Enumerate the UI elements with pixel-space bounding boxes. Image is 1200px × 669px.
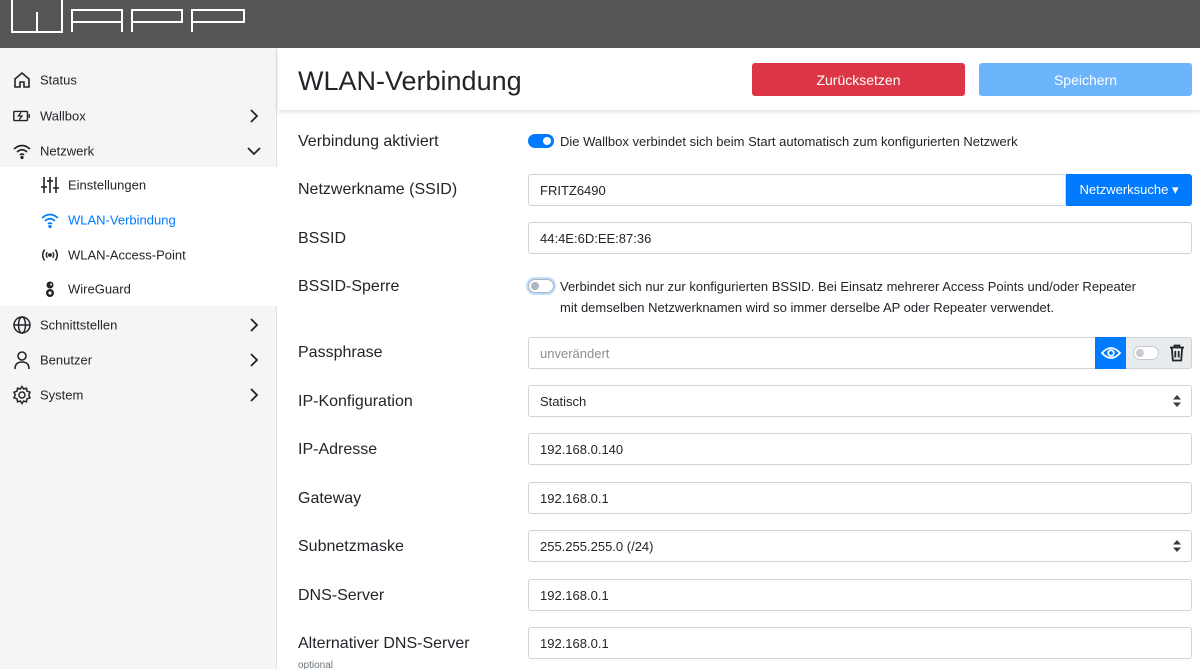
sidebar-item-label: Wallbox [40, 108, 86, 123]
access-point-icon [40, 245, 60, 265]
network-search-button[interactable]: Netzwerksuche ▾ [1066, 174, 1192, 206]
sidebar-item-label: Status [40, 72, 77, 87]
save-button[interactable]: Speichern [979, 63, 1192, 96]
sidebar-item-wlan-access-point[interactable]: WLAN-Access-Point [0, 237, 277, 272]
sidebar-item-netzwerk[interactable]: Netzwerk [0, 133, 277, 168]
passphrase-label: Passphrase [298, 344, 383, 361]
page-title: WLAN-Verbindung [298, 66, 522, 96]
sidebar-item-benutzer[interactable]: Benutzer [0, 342, 277, 377]
main-content: WLAN-Verbindung Zurücksetzen Speichern V… [278, 48, 1200, 669]
enabled-label: Verbindung aktiviert [298, 133, 439, 150]
dns2-optional-hint: optional [298, 660, 334, 669]
dns2-input[interactable]: 192.168.0.1 [528, 627, 1192, 659]
passphrase-clear-group [1126, 337, 1192, 369]
sidebar-item-wlan-verbindung[interactable]: WLAN-Verbindung [0, 202, 277, 237]
dns-input[interactable]: 192.168.0.1 [528, 579, 1192, 611]
show-password-button[interactable] [1095, 337, 1126, 369]
sliders-icon [40, 175, 60, 195]
sidebar-item-label: System [40, 387, 84, 402]
wireguard-icon [40, 279, 60, 299]
reset-button[interactable]: Zurücksetzen [752, 63, 965, 96]
bssid-label: BSSID [298, 230, 347, 247]
trash-icon[interactable] [1169, 344, 1185, 362]
ip-address-input[interactable]: 192.168.0.140 [528, 433, 1192, 465]
enabled-description: Die Wallbox verbindet sich beim Start au… [560, 134, 1018, 149]
chevron-right-icon [250, 352, 259, 367]
gear-icon [12, 384, 32, 405]
sidebar-item-system[interactable]: System [0, 377, 277, 412]
chevron-down-icon [247, 146, 261, 155]
ssid-input[interactable]: FRITZ6490 [528, 174, 1066, 206]
sidebar-item-label: WLAN-Verbindung [68, 212, 176, 227]
warp-logo [11, 0, 245, 33]
user-icon [12, 350, 32, 370]
chevron-right-icon [250, 317, 259, 332]
bssid-lock-description: Verbindet sich nur zur konfigurierten BS… [560, 276, 1180, 318]
gateway-input[interactable]: 192.168.0.1 [528, 482, 1192, 514]
globe-icon [12, 315, 32, 335]
sidebar-item-schnittstellen[interactable]: Schnittstellen [0, 307, 277, 342]
sidebar-item-wallbox[interactable]: Wallbox [0, 98, 277, 133]
enabled-toggle[interactable] [528, 134, 554, 148]
sidebar-item-label: WireGuard [68, 281, 131, 296]
sidebar-item-label: Netzwerk [40, 143, 95, 158]
ip-address-label: IP-Adresse [298, 441, 378, 458]
sidebar-item-label: Schnittstellen [40, 317, 118, 332]
subnet-select[interactable]: 255.255.255.0 (/24) [528, 530, 1192, 562]
eye-icon [1100, 347, 1121, 359]
ip-config-value: Statisch [540, 393, 587, 409]
page-header: WLAN-Verbindung Zurücksetzen Speichern [278, 48, 1200, 110]
dns-label: DNS-Server [298, 587, 385, 604]
ssid-label: Netzwerkname (SSID) [298, 181, 458, 198]
bssid-input[interactable]: 44:4E:6D:EE:87:36 [528, 222, 1192, 254]
dns2-label: Alternativer DNS-Server [298, 635, 470, 652]
charger-icon [12, 106, 32, 126]
wifi-icon [12, 141, 32, 161]
select-arrows-icon [1173, 540, 1181, 552]
home-icon [12, 70, 32, 90]
sidebar-item-label: Benutzer [40, 352, 93, 367]
subnet-value: 255.255.255.0 (/24) [540, 538, 654, 554]
sidebar-item-einstellungen[interactable]: Einstellungen [0, 167, 277, 202]
passphrase-input[interactable]: unverändert [528, 337, 1096, 369]
select-arrows-icon [1173, 395, 1181, 407]
ip-config-label: IP-Konfiguration [298, 393, 413, 410]
bssid-lock-label: BSSID-Sperre [298, 278, 400, 295]
bssid-lock-toggle[interactable] [528, 279, 554, 293]
subnet-label: Subnetzmaske [298, 538, 404, 555]
gateway-label: Gateway [298, 490, 362, 507]
sidebar-item-label: Einstellungen [68, 177, 147, 192]
chevron-right-icon [250, 387, 259, 402]
bssid-lock-description-line2: mit demselben Netzwerknamen wird so imme… [560, 300, 1054, 315]
bssid-lock-description-line1: Verbindet sich nur zur konfigurierten BS… [560, 279, 1136, 294]
clear-passphrase-toggle[interactable] [1132, 346, 1159, 360]
sidebar-item-label: WLAN-Access-Point [68, 247, 186, 262]
sidebar: Status Wallbox Netzwerk Einstellungen WL… [0, 48, 277, 669]
sidebar-item-status[interactable]: Status [0, 62, 277, 97]
chevron-right-icon [250, 108, 259, 123]
ip-config-select[interactable]: Statisch [528, 385, 1192, 417]
sidebar-item-wireguard[interactable]: WireGuard [0, 271, 277, 306]
wifi-icon [40, 210, 60, 230]
top-bar [0, 0, 1200, 48]
